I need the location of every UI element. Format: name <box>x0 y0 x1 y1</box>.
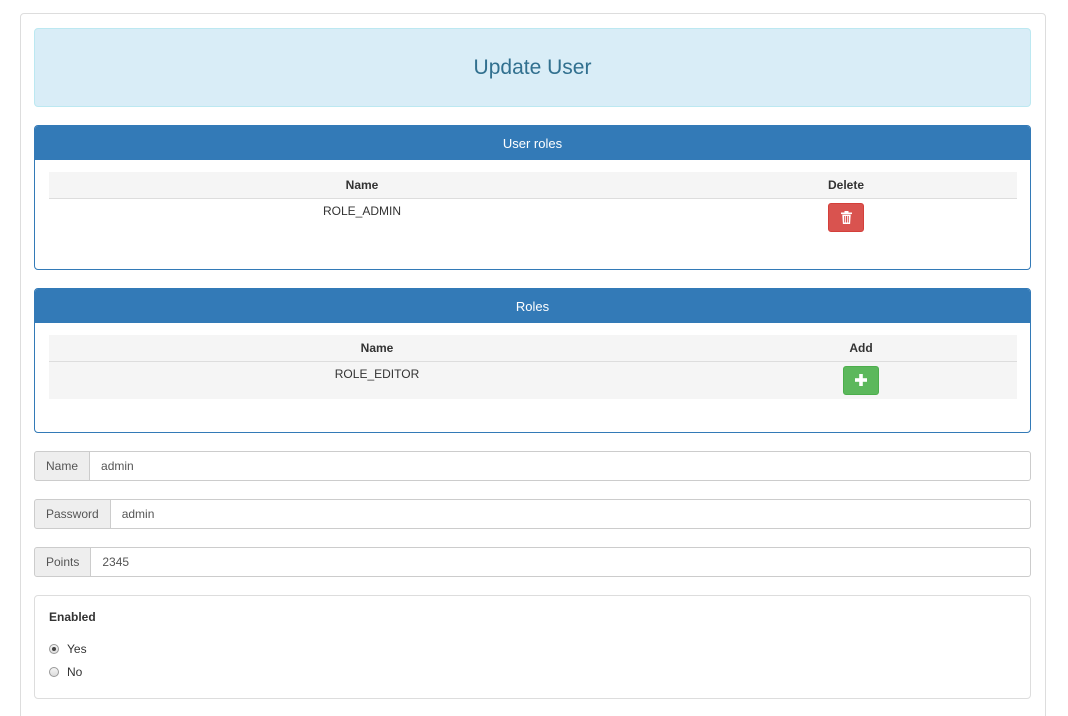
name-label: Name <box>34 451 91 481</box>
roles-heading: Roles <box>35 289 1030 323</box>
radio-option-yes[interactable]: Yes <box>49 637 1016 660</box>
role-name-cell: ROLE_EDITOR <box>334 366 420 381</box>
role-name-cell: ROLE_ADMIN <box>322 203 402 218</box>
points-input-group: Points <box>34 547 1031 577</box>
delete-role-button[interactable] <box>828 202 864 232</box>
column-header-name: Name <box>49 172 675 199</box>
points-field[interactable] <box>91 547 1031 577</box>
table-header-row: Name Add <box>49 335 1017 362</box>
user-roles-table: Name Delete ROLE_ADMIN <box>49 172 1017 236</box>
roles-table: Name Add ROLE_EDITOR <box>49 335 1017 399</box>
user-roles-panel: User roles Name Delete ROLE_ADMIN <box>34 125 1031 270</box>
trash-icon <box>840 210 852 224</box>
roles-panel: Roles Name Add ROLE_EDITOR <box>34 288 1031 433</box>
password-field[interactable] <box>110 499 1031 529</box>
radio-option-no[interactable]: No <box>49 660 1016 683</box>
column-header-add: Add <box>705 335 1017 362</box>
points-label: Points <box>34 547 92 577</box>
radio-no-label: No <box>67 664 83 679</box>
column-header-name: Name <box>49 335 705 362</box>
radio-no[interactable] <box>49 666 59 677</box>
table-row: ROLE_EDITOR <box>49 361 1017 399</box>
user-roles-heading: User roles <box>35 126 1030 160</box>
password-input-group: Password <box>34 499 1031 529</box>
table-header-row: Name Delete <box>49 172 1017 199</box>
name-input-group: Name <box>34 451 1031 481</box>
radio-yes[interactable] <box>49 643 59 654</box>
table-row: ROLE_ADMIN <box>49 198 1017 236</box>
plus-icon <box>855 374 867 386</box>
enabled-legend: Enabled <box>49 610 96 624</box>
column-header-delete: Delete <box>675 172 1017 199</box>
page-title: Update User <box>473 55 592 79</box>
enabled-fieldset: Enabled Yes No <box>34 595 1031 699</box>
radio-yes-label: Yes <box>67 641 87 656</box>
add-role-button[interactable] <box>843 365 879 395</box>
password-label: Password <box>34 499 111 529</box>
delete-cell <box>675 198 1017 236</box>
page-title-box: Update User <box>34 28 1031 107</box>
add-cell <box>705 361 1017 399</box>
name-field[interactable] <box>90 451 1031 481</box>
